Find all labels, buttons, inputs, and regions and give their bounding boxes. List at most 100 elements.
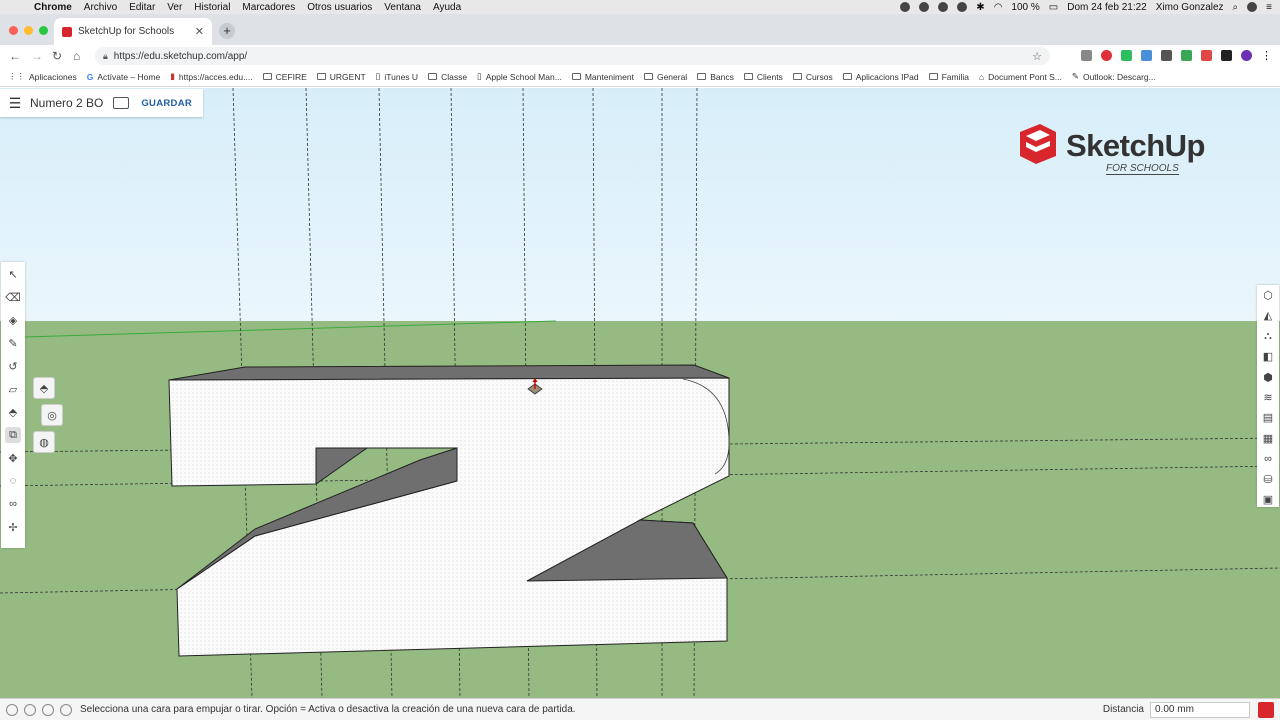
pencil-tool-icon[interactable]: ✎ xyxy=(5,335,21,351)
entity-info-icon[interactable]: ⬡ xyxy=(1261,288,1276,302)
tab-close-icon[interactable]: ✕ xyxy=(195,25,204,38)
help-icon[interactable] xyxy=(42,703,54,716)
menu-editar[interactable]: Editar xyxy=(123,2,161,13)
siri-icon[interactable] xyxy=(1247,2,1258,12)
materials-icon[interactable]: ◧ xyxy=(1261,349,1276,363)
layers-icon[interactable]: ≋ xyxy=(1261,390,1276,404)
cloud-icon[interactable] xyxy=(938,2,949,12)
follow-me-option-icon[interactable]: ◎ xyxy=(41,404,63,426)
distance-input[interactable]: 0.00 mm xyxy=(1150,701,1250,718)
green-extension-icon[interactable] xyxy=(1181,50,1192,61)
bookmark-itunes-u[interactable]: ▯ iTunes U xyxy=(376,71,418,82)
profile-avatar[interactable] xyxy=(1241,50,1252,61)
address-bar[interactable]: 🔒︎ https://edu.sketchup.com/app/ ☆ xyxy=(95,47,1050,65)
top-face[interactable] xyxy=(168,364,730,381)
user-name[interactable]: Ximo Gonzalez xyxy=(1156,2,1224,13)
eraser-tool-icon[interactable]: ⌫ xyxy=(5,289,21,305)
bookmark-outlook[interactable]: ✎ Outlook: Descarg... xyxy=(1072,71,1156,82)
extensions-icon[interactable]: ▣ xyxy=(1261,493,1276,507)
browser-menu-icon[interactable]: ⋮ xyxy=(1261,49,1272,62)
select-tool-icon[interactable]: ↖ xyxy=(5,266,21,282)
menu-ventana[interactable]: Ventana xyxy=(378,2,427,13)
reload-icon[interactable]: ↻ xyxy=(52,49,62,63)
bookmark-activate-home[interactable]: G Actívate – Home xyxy=(87,72,160,82)
arc-tool-icon[interactable]: ↺ xyxy=(5,358,21,374)
push-pull-option-icon[interactable]: ⬘ xyxy=(33,377,55,399)
datetime[interactable]: Dom 24 feb 21:22 xyxy=(1067,2,1147,13)
bookmark-cefire[interactable]: CEFIRE xyxy=(262,72,307,82)
address-url[interactable]: https://edu.sketchup.com/app/ xyxy=(114,51,247,62)
scenes-icon[interactable]: ▤ xyxy=(1261,411,1276,425)
new-tab-button[interactable]: + xyxy=(219,23,235,39)
menu-ver[interactable]: Ver xyxy=(161,2,188,13)
bookmark-general[interactable]: General xyxy=(643,72,687,82)
clock-icon[interactable] xyxy=(957,2,968,12)
window-minimize-button[interactable] xyxy=(24,26,33,35)
home-icon[interactable]: ⌂ xyxy=(73,49,80,63)
3d-viewport[interactable] xyxy=(0,88,1280,698)
bookmark-star-icon[interactable]: ☆ xyxy=(1032,50,1042,63)
instructor-icon[interactable]: ◭ xyxy=(1261,308,1276,322)
sketchup-help-icon[interactable] xyxy=(1258,701,1274,718)
hamburger-menu-icon[interactable]: ☰ xyxy=(0,95,30,112)
location-extension-icon[interactable] xyxy=(1161,50,1172,61)
components-icon[interactable]: ⛬ xyxy=(1261,329,1276,343)
lock-icon[interactable]: 🔒︎ xyxy=(103,51,108,62)
status-record-icon[interactable] xyxy=(900,2,911,12)
browser-tab[interactable]: SketchUp for Schools ✕ xyxy=(54,18,212,45)
dark-extension-icon[interactable] xyxy=(1221,50,1232,61)
bookmark-cursos[interactable]: Cursos xyxy=(792,72,833,82)
styles-icon[interactable]: ⬢ xyxy=(1261,370,1276,384)
bookmark-bancs[interactable]: Bancs xyxy=(697,72,734,82)
menu-otros-usuarios[interactable]: Otros usuarios xyxy=(301,2,378,13)
outliner-icon[interactable]: ▦ xyxy=(1261,431,1276,445)
bluetooth-icon[interactable]: ✱ xyxy=(976,2,984,13)
display-icon[interactable]: ∞ xyxy=(1261,452,1276,466)
undo-icon[interactable] xyxy=(6,703,18,716)
bookmark-acces-edu[interactable]: ▮ https://acces.edu.... xyxy=(170,71,252,82)
file-name[interactable]: Numero 2 BO xyxy=(30,96,103,110)
window-zoom-button[interactable] xyxy=(39,26,48,35)
save-button[interactable]: GUARDAR xyxy=(141,98,192,109)
inner-face-top-left[interactable] xyxy=(315,447,369,485)
menu-app-name[interactable]: Chrome xyxy=(28,2,78,13)
bookmark-classe[interactable]: Classe xyxy=(428,72,467,82)
evernote-extension-icon[interactable] xyxy=(1121,50,1132,61)
status-app-icon[interactable] xyxy=(919,2,930,12)
orbit-tool-icon[interactable]: ∞ xyxy=(5,496,21,512)
forward-arrow-icon[interactable]: → xyxy=(31,49,43,63)
bookmark-manteniment[interactable]: Manteniment xyxy=(571,72,634,82)
pinterest-extension-icon[interactable] xyxy=(1101,50,1112,61)
bookmark-aplicacions-ipad[interactable]: Aplicacions IPad xyxy=(842,72,919,82)
push-pull-tool-icon[interactable]: ⬘ xyxy=(5,404,21,420)
menu-ayuda[interactable]: Ayuda xyxy=(427,2,467,13)
menu-marcadores[interactable]: Marcadores xyxy=(236,2,301,13)
offset-option-icon[interactable]: ◍ xyxy=(33,431,55,453)
bookmark-urgent[interactable]: URGENT xyxy=(316,72,366,82)
bookmark-document-pont[interactable]: ⌂ Document Pont S... xyxy=(979,72,1062,82)
translate-extension-icon[interactable] xyxy=(1141,50,1152,61)
spotlight-icon[interactable]: ⌕ xyxy=(1233,2,1239,13)
menu-archivo[interactable]: Archivo xyxy=(78,2,123,13)
bookmark-familia[interactable]: Familia xyxy=(928,72,969,82)
paint-bucket-tool-icon[interactable]: ◈ xyxy=(5,312,21,328)
menu-historial[interactable]: Historial xyxy=(188,2,236,13)
walk-tool-icon[interactable]: ✢ xyxy=(5,519,21,535)
solid-inspector-icon[interactable]: ⛁ xyxy=(1261,472,1276,486)
rotate-tool-icon[interactable]: ✥ xyxy=(5,450,21,466)
tape-measure-tool-icon[interactable]: ◌ xyxy=(5,473,21,489)
bookmark-clients[interactable]: Clients xyxy=(743,72,783,82)
notification-center-icon[interactable]: ≡ xyxy=(1266,2,1272,13)
redo-icon[interactable] xyxy=(24,703,36,716)
back-arrow-icon[interactable]: ← xyxy=(9,49,21,63)
globe-icon[interactable] xyxy=(60,703,72,716)
move-tool-icon[interactable]: ⧉ xyxy=(5,427,21,443)
bookmark-aplicaciones[interactable]: ⋮⋮ Aplicaciones xyxy=(8,71,77,82)
model-canvas[interactable] xyxy=(0,88,1280,698)
bookmark-apple-school[interactable]: ▯ Apple School Man... xyxy=(477,71,562,82)
wifi-icon[interactable]: ◠ xyxy=(994,2,1003,13)
camera-extension-icon[interactable] xyxy=(1081,50,1092,61)
battery-icon[interactable]: ▭ xyxy=(1049,2,1058,13)
front-face[interactable] xyxy=(168,377,730,657)
open-folder-icon[interactable] xyxy=(113,97,130,109)
